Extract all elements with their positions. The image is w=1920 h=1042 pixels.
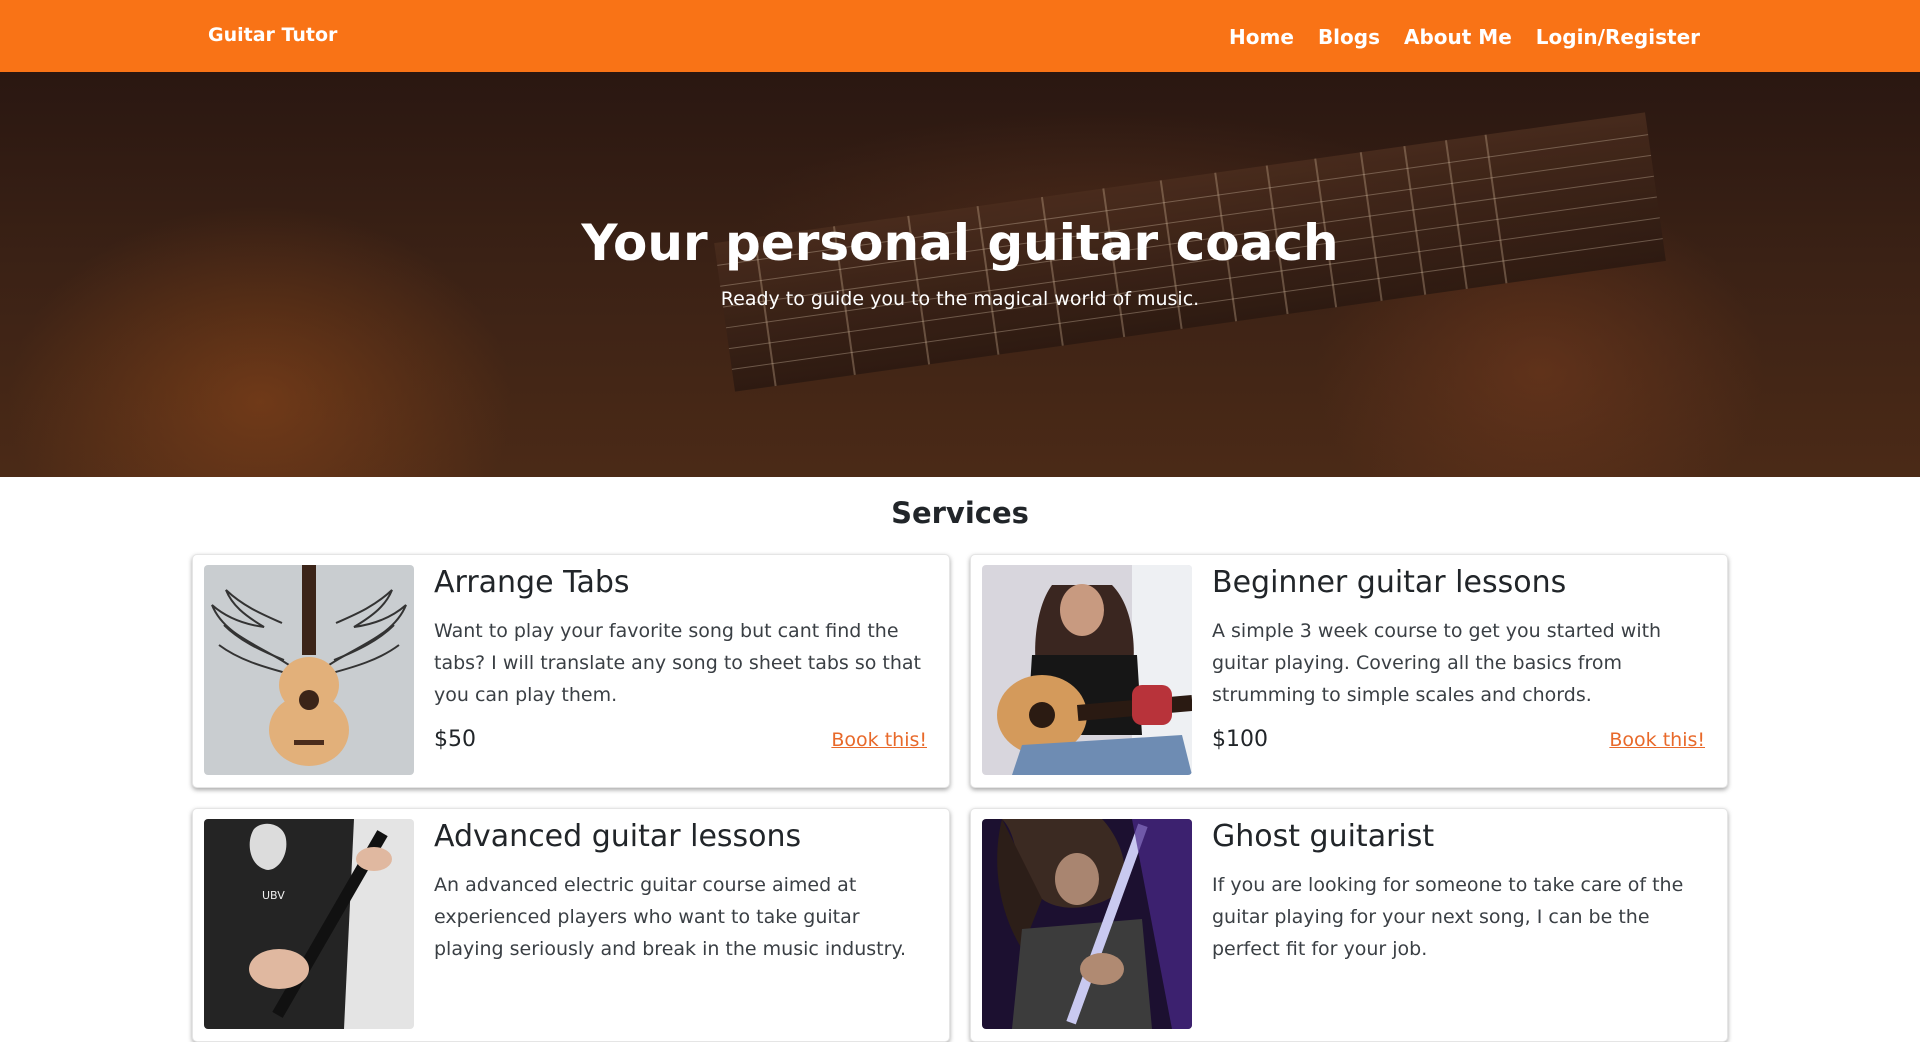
service-image-electric-guitar: UBV	[204, 819, 414, 1029]
brand-link[interactable]: Guitar Tutor	[208, 24, 337, 46]
service-title: Beginner guitar lessons	[1212, 565, 1567, 600]
service-title: Advanced guitar lessons	[434, 819, 802, 854]
book-button-arrange-tabs[interactable]: Book this!	[831, 729, 927, 751]
navbar: Guitar Tutor Home Blogs About Me Login/R…	[0, 0, 1920, 72]
service-price: $100	[1212, 727, 1268, 752]
service-card-ghost-guitarist: Ghost guitarist If you are looking for s…	[970, 808, 1728, 1042]
service-description: A simple 3 week course to get you starte…	[1212, 620, 1662, 706]
service-description: Want to play your favorite song but cant…	[434, 620, 921, 706]
nav-about-link[interactable]: About Me	[1404, 25, 1512, 49]
nav-login-link[interactable]: Login/Register	[1536, 25, 1700, 49]
book-button-beginner-lessons[interactable]: Book this!	[1609, 729, 1705, 751]
service-card-arrange-tabs: Arrange Tabs Want to play your favorite …	[192, 554, 950, 788]
service-image-guitarist-stage	[982, 819, 1192, 1029]
service-image-girl-guitar	[982, 565, 1192, 775]
service-title: Arrange Tabs	[434, 565, 630, 600]
nav-blogs-link[interactable]: Blogs	[1318, 25, 1380, 49]
hero-subtitle: Ready to guide you to the magical world …	[720, 288, 1200, 310]
service-card-advanced-lessons: UBV Advanced guitar lessons An advanced …	[192, 808, 950, 1042]
svg-text:UBV: UBV	[262, 889, 285, 902]
services-heading: Services	[891, 496, 1029, 530]
nav-links: Home Blogs About Me Login/Register	[1229, 25, 1700, 49]
hero-banner: Your personal guitar coach Ready to guid…	[0, 72, 1920, 477]
service-image-guitar-wings	[204, 565, 414, 775]
service-title: Ghost guitarist	[1212, 819, 1435, 854]
service-price: $50	[434, 727, 476, 752]
service-card-beginner-lessons: Beginner guitar lessons A simple 3 week …	[970, 554, 1728, 788]
service-description: An advanced electric guitar course aimed…	[434, 874, 907, 960]
nav-home-link[interactable]: Home	[1229, 25, 1294, 49]
service-description: If you are looking for someone to take c…	[1212, 874, 1684, 960]
hero-title: Your personal guitar coach	[581, 214, 1339, 272]
